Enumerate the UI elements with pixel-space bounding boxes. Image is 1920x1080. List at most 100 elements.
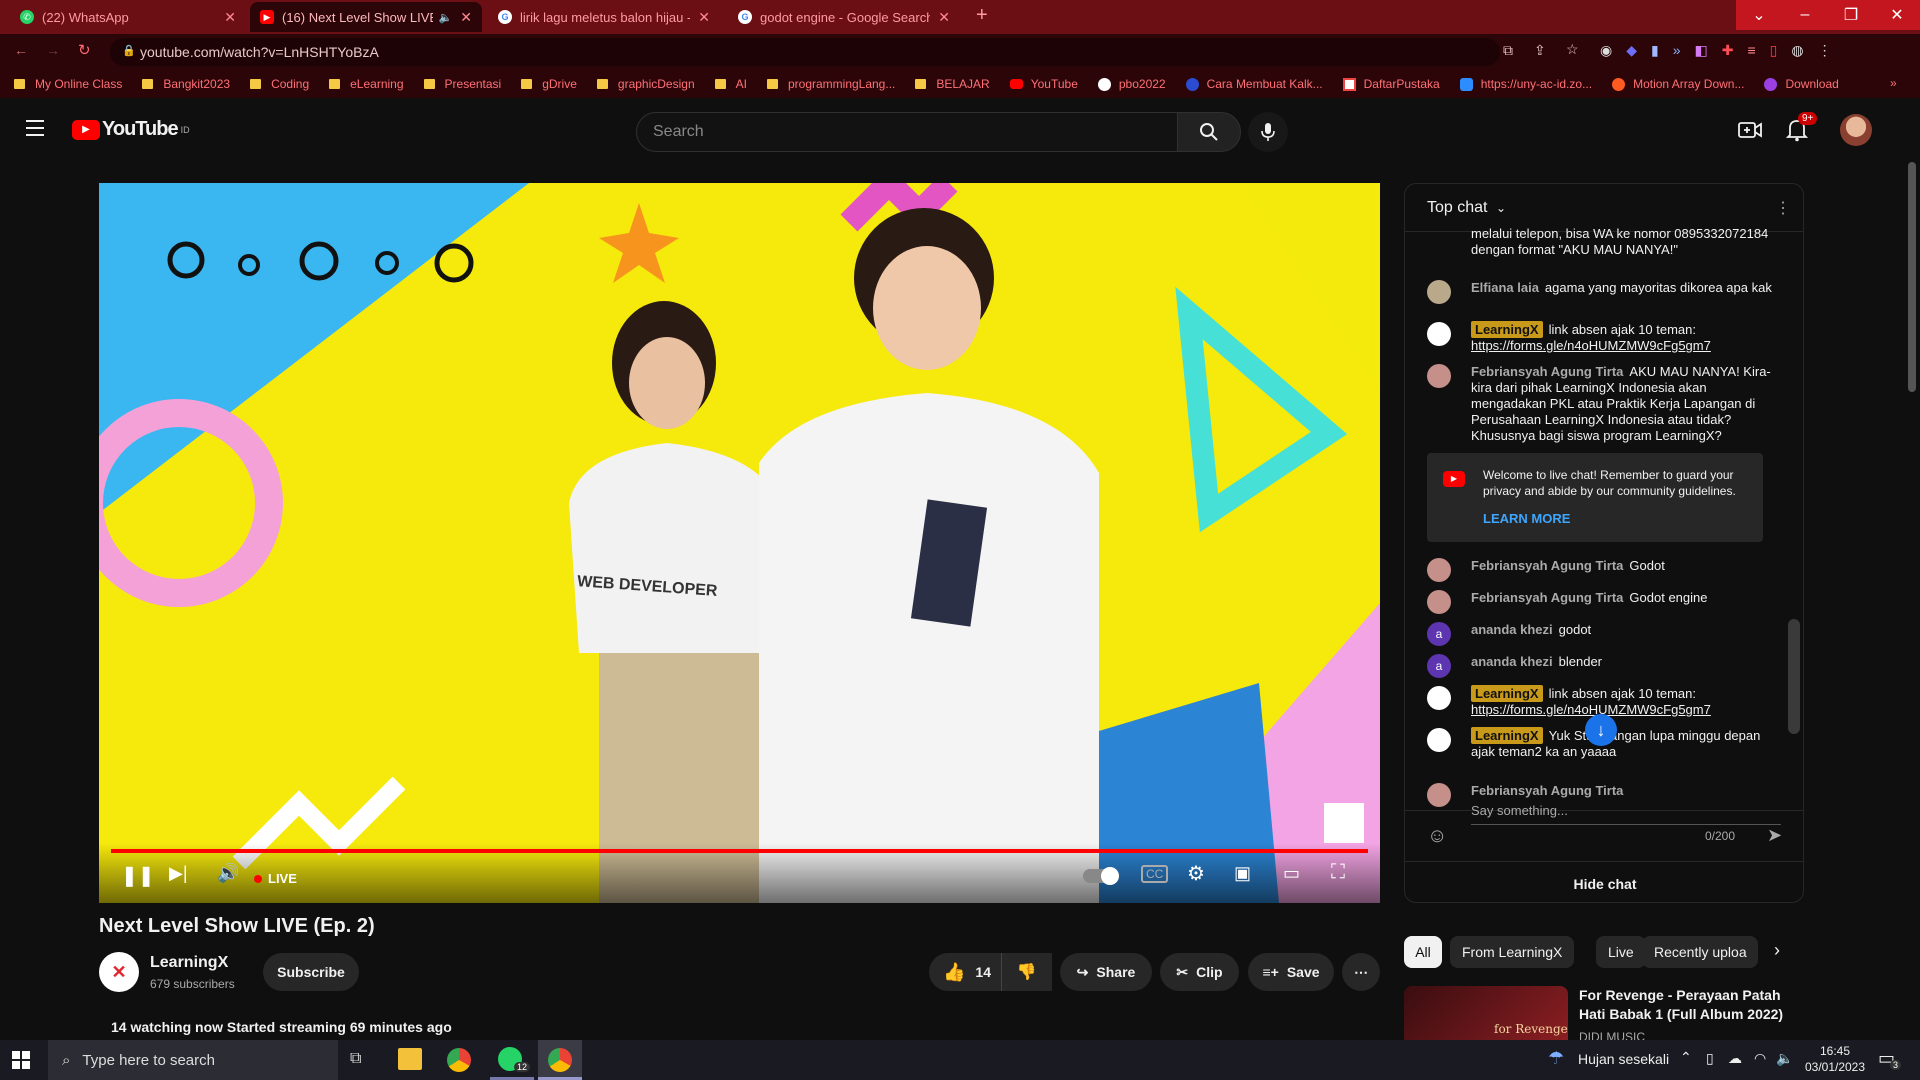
user-avatar[interactable]: a bbox=[1427, 654, 1451, 678]
subtitles-button[interactable]: CC bbox=[1141, 865, 1169, 883]
audio-playing-icon[interactable]: 🔈 bbox=[439, 11, 453, 24]
bookmark-item[interactable]: gDrive bbox=[521, 77, 577, 91]
dislike-button[interactable]: 👎 bbox=[1001, 953, 1051, 991]
search-button[interactable] bbox=[1177, 112, 1241, 152]
share-button[interactable]: ↪ Share bbox=[1060, 953, 1152, 991]
owner-badge[interactable]: LearningX bbox=[1471, 685, 1543, 702]
more-bookmarks-icon[interactable]: » bbox=[1890, 76, 1897, 90]
send-icon[interactable]: ➤ bbox=[1767, 825, 1782, 846]
more-actions-button[interactable]: ⋯ bbox=[1342, 953, 1380, 991]
chat-link[interactable]: https://forms.gle/n4oHUMZMW9cFg5gm7 bbox=[1471, 338, 1711, 353]
youtube-logo[interactable]: ▶ YouTube ID bbox=[72, 118, 190, 141]
bookmark-item[interactable]: graphicDesign bbox=[596, 77, 695, 91]
system-clock[interactable]: 16:45 03/01/2023 bbox=[1800, 1043, 1870, 1075]
new-tab-button[interactable]: + bbox=[976, 4, 988, 27]
channel-owner-avatar[interactable] bbox=[1427, 322, 1451, 346]
weather-text[interactable]: Hujan sesekali bbox=[1578, 1051, 1669, 1067]
notifications-button[interactable]: 9+ bbox=[1785, 112, 1818, 147]
chat-author[interactable]: Febriansyah Agung Tirta bbox=[1471, 364, 1623, 379]
chrome-icon[interactable] bbox=[447, 1048, 471, 1072]
channel-owner-avatar[interactable] bbox=[1427, 728, 1451, 752]
fullscreen-button[interactable]: ⛶ bbox=[1331, 861, 1345, 884]
close-window-button[interactable]: ✕ bbox=[1874, 0, 1920, 30]
recommendation-thumbnail[interactable]: for Revenge bbox=[1404, 986, 1568, 1040]
bookmark-item[interactable]: Cara Membuat Kalk... bbox=[1185, 77, 1323, 91]
chat-message-input[interactable]: Say something... bbox=[1471, 803, 1781, 825]
bookmark-item[interactable]: https://uny-ac-id.zo... bbox=[1459, 77, 1592, 91]
channel-avatar[interactable]: ✕ bbox=[99, 952, 139, 992]
forward-icon[interactable]: → bbox=[46, 42, 60, 58]
incognito-extension-icon[interactable]: ◉ bbox=[1600, 42, 1612, 59]
close-tab-icon[interactable]: ✕ bbox=[938, 9, 950, 26]
document-extension-icon[interactable]: ▮ bbox=[1651, 42, 1659, 59]
bookmark-item[interactable]: Bangkit2023 bbox=[142, 77, 230, 91]
chat-author[interactable]: ananda khezi bbox=[1471, 654, 1553, 669]
share-page-icon[interactable]: ⇪ bbox=[1534, 42, 1546, 59]
next-button[interactable]: ▶| bbox=[169, 863, 188, 884]
user-avatar[interactable] bbox=[1427, 590, 1451, 614]
tab-whatsapp[interactable]: ✆ (22) WhatsApp ✕ bbox=[10, 2, 246, 32]
tray-device-icon[interactable]: ▯ bbox=[1706, 1050, 1714, 1067]
close-tab-icon[interactable]: ✕ bbox=[224, 9, 236, 26]
chip-from-channel[interactable]: From LearningX bbox=[1450, 936, 1575, 968]
bookmark-item[interactable]: AI bbox=[714, 77, 747, 91]
chip-live[interactable]: Live bbox=[1596, 936, 1646, 968]
color-picker-extension-icon[interactable]: ◧ bbox=[1695, 42, 1708, 59]
video-player[interactable]: WEB DEVELOPER ❚❚ ▶| 🔊 LIVE CC ⚙ ▣ ▭ ⛶ bbox=[99, 183, 1380, 903]
bookmark-star-icon[interactable]: ☆ bbox=[1566, 41, 1579, 58]
bookmark-item[interactable]: DaftarPustaka bbox=[1342, 77, 1440, 91]
tab-youtube[interactable]: ▶ (16) Next Level Show LIVE (E 🔈 ✕ bbox=[250, 2, 482, 32]
menu-icon[interactable] bbox=[26, 120, 44, 136]
user-avatar[interactable] bbox=[1427, 558, 1451, 582]
page-scrollbar[interactable] bbox=[1908, 162, 1916, 392]
clip-button[interactable]: ✂ Clip bbox=[1160, 953, 1239, 991]
chrome-active-button[interactable] bbox=[538, 1040, 582, 1080]
reload-icon[interactable]: ↻ bbox=[78, 41, 91, 59]
chat-author[interactable]: Febriansyah Agung Tirta bbox=[1471, 590, 1623, 605]
pause-button[interactable]: ❚❚ bbox=[121, 863, 155, 888]
windows-start-icon[interactable] bbox=[12, 1051, 30, 1069]
puzzle-icon[interactable]: ✚ bbox=[1722, 42, 1734, 59]
search-input[interactable]: Search bbox=[636, 112, 1178, 152]
tab-google-lirik[interactable]: G lirik lagu meletus balon hijau - G ✕ bbox=[488, 2, 720, 32]
chat-author[interactable]: ananda khezi bbox=[1471, 622, 1553, 637]
chat-scrollbar[interactable] bbox=[1788, 619, 1800, 734]
tab-google-godot[interactable]: G godot engine - Google Search ✕ bbox=[728, 2, 960, 32]
chat-author[interactable]: Elfiana laia bbox=[1471, 280, 1539, 295]
tray-chevron-up-icon[interactable]: ⌃ bbox=[1680, 1049, 1692, 1066]
bookmark-item[interactable]: pbo2022 bbox=[1097, 77, 1166, 91]
bookmark-item[interactable]: Coding bbox=[250, 77, 309, 91]
account-avatar[interactable] bbox=[1840, 114, 1872, 146]
taskbar-search-box[interactable]: ⌕ Type here to search bbox=[48, 1040, 338, 1080]
open-in-app-icon[interactable]: ⧉ bbox=[1503, 42, 1513, 59]
emoji-icon[interactable]: ☺ bbox=[1427, 825, 1447, 848]
file-explorer-icon[interactable] bbox=[398, 1048, 422, 1070]
user-avatar[interactable]: a bbox=[1427, 622, 1451, 646]
live-indicator[interactable]: LIVE bbox=[254, 871, 297, 886]
onedrive-icon[interactable]: ☁ bbox=[1728, 1050, 1742, 1067]
chevron-right-icon[interactable]: › bbox=[1774, 940, 1780, 961]
action-center-button[interactable]: ▭ 3 bbox=[1878, 1048, 1902, 1070]
user-avatar[interactable] bbox=[1427, 280, 1451, 304]
owner-badge[interactable]: LearningX bbox=[1471, 321, 1543, 338]
bookmark-item[interactable]: Download bbox=[1764, 77, 1839, 91]
reading-list-icon[interactable]: ≡ bbox=[1747, 42, 1755, 59]
chat-link[interactable]: https://forms.gle/n4oHUMZMW9cFg5gm7 bbox=[1471, 702, 1711, 717]
whatsapp-taskbar-button[interactable]: 12 bbox=[490, 1040, 534, 1080]
bookmark-item[interactable]: eLearning bbox=[329, 77, 404, 91]
extension-icon[interactable]: ◆ bbox=[1626, 42, 1637, 59]
chat-author[interactable]: Febriansyah Agung Tirta bbox=[1471, 558, 1623, 573]
volume-icon[interactable]: 🔈 bbox=[1776, 1050, 1793, 1067]
close-tab-icon[interactable]: ✕ bbox=[698, 9, 710, 26]
reader-extension-icon[interactable]: » bbox=[1673, 42, 1681, 59]
theater-mode-button[interactable]: ▭ bbox=[1283, 863, 1300, 884]
bookmark-item[interactable]: programmingLang... bbox=[766, 77, 895, 91]
weather-rain-icon[interactable]: ☂ bbox=[1548, 1048, 1564, 1069]
chat-mode-dropdown[interactable]: Top chat ⌄ bbox=[1427, 199, 1506, 217]
scroll-to-bottom-button[interactable]: ↓ bbox=[1585, 714, 1617, 746]
menu-dots-icon[interactable]: ⋮ bbox=[1818, 42, 1832, 59]
restore-button[interactable]: ❐ bbox=[1828, 0, 1874, 30]
bookmark-item[interactable]: My Online Class bbox=[14, 77, 122, 91]
bookmark-item[interactable]: YouTube bbox=[1009, 77, 1078, 91]
chat-menu-dots-icon[interactable]: ⋮ bbox=[1775, 198, 1791, 218]
